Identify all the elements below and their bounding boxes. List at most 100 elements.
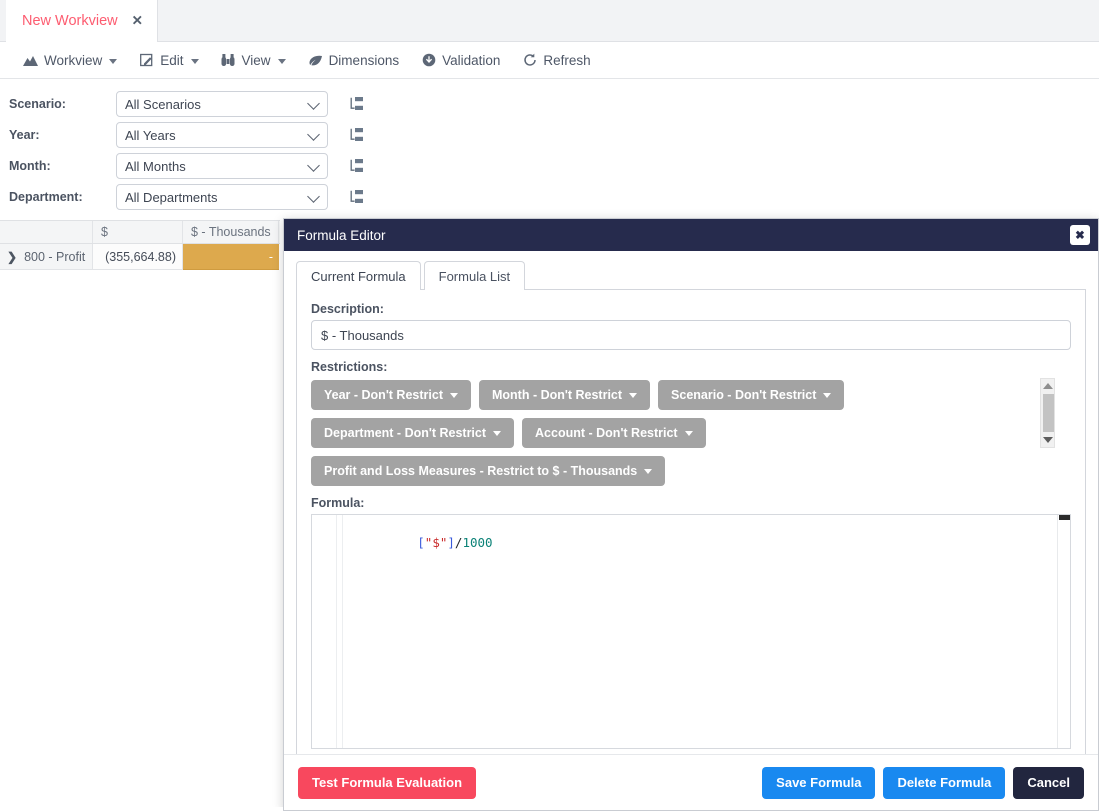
tab-new-workview[interactable]: New Workview ✕ <box>6 0 158 42</box>
chevron-down-icon <box>629 393 637 398</box>
formula-token: [ <box>417 535 425 550</box>
tab-formula-list[interactable]: Formula List <box>424 261 526 290</box>
restriction-label: Account - Don't Restrict <box>535 426 678 440</box>
download-circle-icon <box>421 53 436 68</box>
department-select-value: All Departments <box>125 190 217 205</box>
filter-label-year: Year: <box>0 128 116 142</box>
page-background-strip <box>0 807 283 811</box>
restriction-month-button[interactable]: Month - Don't Restrict <box>479 380 650 410</box>
restriction-label: Scenario - Don't Restrict <box>671 388 816 402</box>
grid-header-dollar: $ <box>93 221 183 243</box>
chevron-down-icon <box>278 59 286 64</box>
formula-token: 1000 <box>462 535 492 550</box>
scenario-hierarchy-icon[interactable] <box>348 95 366 113</box>
formula-token: "$" <box>425 535 448 550</box>
chevron-down-icon <box>307 190 320 203</box>
formula-token: ] <box>447 535 455 550</box>
dialog-body: Current Formula Formula List Description… <box>284 251 1098 754</box>
menu-item-validation[interactable]: Validation <box>410 42 511 79</box>
filter-label-department: Department: <box>0 190 116 204</box>
chevron-down-icon <box>307 159 320 172</box>
scroll-up-icon[interactable] <box>1043 383 1053 389</box>
restriction-label: Year - Don't Restrict <box>324 388 443 402</box>
filter-row-department: Department: All Departments <box>0 182 1099 213</box>
department-select[interactable]: All Departments <box>116 184 328 210</box>
year-select-value: All Years <box>125 128 176 143</box>
year-select[interactable]: All Years <box>116 122 328 148</box>
restriction-pl-measures-button[interactable]: Profit and Loss Measures - Restrict to $… <box>311 456 665 486</box>
grid-cell-dollar[interactable]: (355,664.88) <box>93 244 183 270</box>
tab-label: Formula List <box>439 269 511 284</box>
chevron-down-icon <box>823 393 831 398</box>
cancel-button[interactable]: Cancel <box>1013 767 1084 799</box>
menu-item-label: Edit <box>160 53 183 68</box>
grid-header-blank <box>0 221 93 243</box>
restriction-account-button[interactable]: Account - Don't Restrict <box>522 418 706 448</box>
test-formula-evaluation-button[interactable]: Test Formula Evaluation <box>298 767 476 799</box>
menu-item-label: Workview <box>44 53 102 68</box>
menu-item-edit[interactable]: Edit <box>128 42 209 79</box>
filter-label-scenario: Scenario: <box>0 97 116 111</box>
month-select[interactable]: All Months <box>116 153 328 179</box>
grid-header-row: $ $ - Thousands <box>0 220 280 244</box>
table-row[interactable]: ❯ 800 - Profit (355,664.88) - <box>0 244 280 270</box>
chevron-down-icon <box>191 59 199 64</box>
restrictions-scrollbar[interactable] <box>1040 378 1055 448</box>
leaf-icon <box>308 53 323 68</box>
dialog-footer: Test Formula Evaluation Save Formula Del… <box>284 754 1098 810</box>
restriction-department-button[interactable]: Department - Don't Restrict <box>311 418 514 448</box>
tab-label: New Workview <box>22 13 118 29</box>
description-input[interactable] <box>311 320 1071 350</box>
close-icon[interactable]: ✕ <box>132 14 143 28</box>
year-hierarchy-icon[interactable] <box>348 126 366 144</box>
grid-cell-account[interactable]: ❯ 800 - Profit <box>0 244 93 270</box>
scenario-select[interactable]: All Scenarios <box>116 91 328 117</box>
department-hierarchy-icon[interactable] <box>348 188 366 206</box>
editor-gutter <box>312 515 337 748</box>
formula-code-editor[interactable]: ["$"]/1000 <box>311 514 1071 749</box>
filter-row-scenario: Scenario: All Scenarios <box>0 89 1099 120</box>
formula-editor-scrollbar[interactable] <box>1057 515 1070 748</box>
scroll-down-icon[interactable] <box>1043 437 1053 443</box>
formula-code-text: ["$"]/1000 <box>342 519 493 567</box>
chevron-down-icon <box>450 393 458 398</box>
chevron-down-icon <box>493 431 501 436</box>
menu-item-dimensions[interactable]: Dimensions <box>297 42 411 79</box>
main-menu-bar: Workview Edit View <box>0 42 1099 79</box>
filter-panel: Scenario: All Scenarios Year: All Years <box>0 79 1099 220</box>
restriction-label: Month - Don't Restrict <box>492 388 622 402</box>
menu-item-view[interactable]: View <box>210 42 297 79</box>
grid-cell-thousands-selected[interactable]: - <box>183 244 279 270</box>
tab-current-formula[interactable]: Current Formula <box>296 261 421 290</box>
close-icon[interactable]: ✖ <box>1070 225 1090 245</box>
chevron-down-icon <box>307 97 320 110</box>
filter-row-month: Month: All Months <box>0 151 1099 182</box>
dialog-title-bar: Formula Editor ✖ <box>284 219 1098 251</box>
chevron-down-icon <box>109 59 117 64</box>
save-formula-button[interactable]: Save Formula <box>762 767 875 799</box>
grid-cell-account-label: 800 - Profit <box>24 250 85 264</box>
chevron-down-icon <box>644 469 652 474</box>
chevron-down-icon <box>307 128 320 141</box>
scrollbar-thumb[interactable] <box>1059 515 1070 520</box>
month-hierarchy-icon[interactable] <box>348 157 366 175</box>
workview-data-grid: $ $ - Thousands ❯ 800 - Profit (355,664.… <box>0 220 280 270</box>
menu-item-label: View <box>242 53 271 68</box>
restriction-scenario-button[interactable]: Scenario - Don't Restrict <box>658 380 844 410</box>
filter-label-month: Month: <box>0 159 116 173</box>
delete-formula-button[interactable]: Delete Formula <box>883 767 1005 799</box>
grid-header-thousands: $ - Thousands <box>183 221 279 243</box>
dialog-tab-strip: Current Formula Formula List <box>296 261 1086 290</box>
pencil-square-icon <box>139 53 154 68</box>
menu-item-label: Refresh <box>543 53 590 68</box>
restrictions-button-area: Year - Don't Restrict Month - Don't Rest… <box>311 378 1055 486</box>
chevron-right-icon[interactable]: ❯ <box>7 250 17 264</box>
chart-mountain-icon <box>23 53 38 68</box>
month-select-value: All Months <box>125 159 186 174</box>
current-formula-panel: Description: Restrictions: Year - Don't … <box>296 289 1086 754</box>
menu-item-workview[interactable]: Workview <box>12 42 128 79</box>
restriction-year-button[interactable]: Year - Don't Restrict <box>311 380 471 410</box>
menu-item-refresh[interactable]: Refresh <box>511 42 601 79</box>
scrollbar-thumb[interactable] <box>1043 394 1054 432</box>
restriction-label: Department - Don't Restrict <box>324 426 486 440</box>
